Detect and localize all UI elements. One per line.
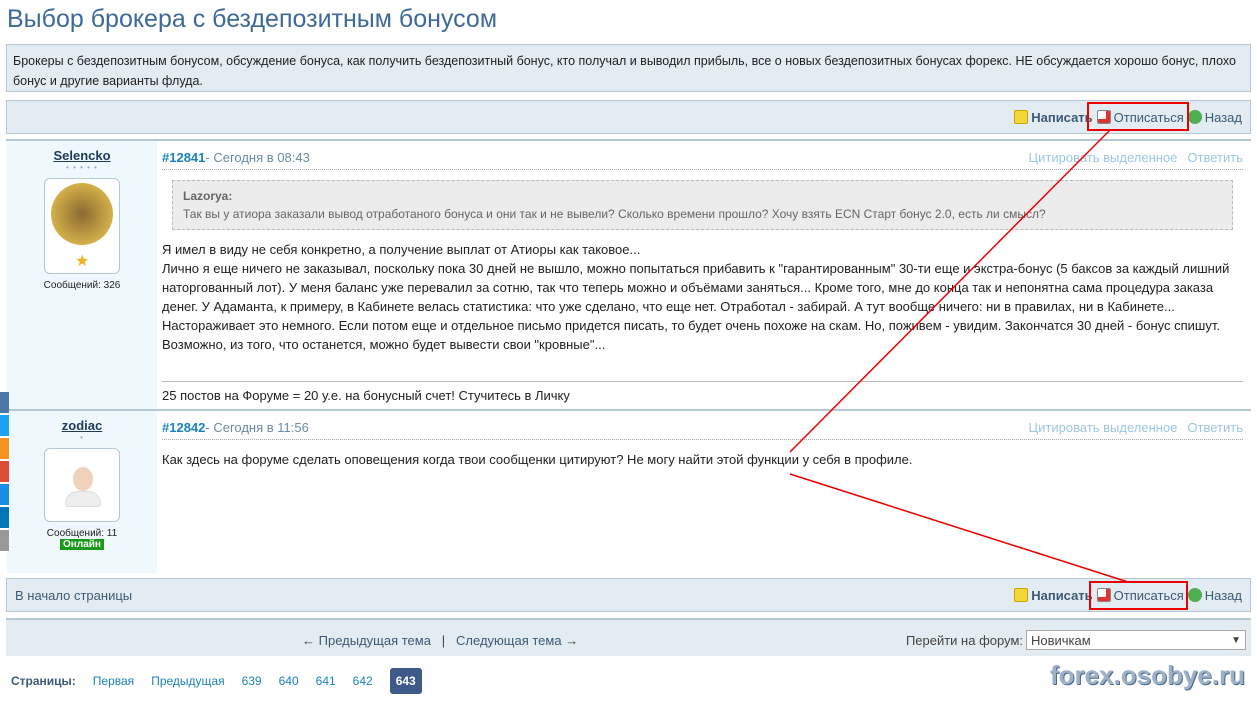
page-current: 643: [389, 668, 422, 694]
reply-link[interactable]: Ответить: [1187, 420, 1243, 435]
unsubscribe-icon: [1096, 110, 1111, 124]
back-arrow-icon: [1187, 110, 1202, 124]
topic-nav: ← Предыдущая тема | Следующая тема → Пер…: [6, 620, 1251, 656]
prev-topic-link[interactable]: Предыдущая тема: [319, 633, 431, 648]
next-topic-link[interactable]: Следующая тема: [456, 633, 562, 648]
jump-label: Перейти на форум:: [905, 632, 1023, 648]
social-share-bar: [0, 392, 9, 553]
fox-coin-avatar: [51, 183, 113, 245]
linkedin-icon[interactable]: [0, 507, 9, 528]
page-prev[interactable]: Предыдущая: [151, 674, 224, 688]
forum-select[interactable]: Новичкам ▼: [1026, 630, 1246, 650]
page-title: Выбор брокера с бездепозитным бонусом: [7, 5, 498, 33]
pagination: Страницы: Первая Предыдущая 639 640 641 …: [11, 668, 422, 694]
signature: 25 постов на Форуме = 20 у.е. на бонусны…: [162, 381, 1243, 403]
post-12842: zodiac • Сообщений: 11 Онлайн #12842 - С…: [6, 411, 1251, 573]
post-number-link[interactable]: #12841: [162, 150, 205, 165]
post-number-link[interactable]: #12842: [162, 420, 205, 435]
page-first[interactable]: Первая: [93, 674, 134, 688]
bottom-toolbar: В начало страницы Написать Отписаться На…: [6, 578, 1251, 612]
post-date: - Сегодня в 11:56: [205, 420, 309, 435]
author-name[interactable]: Selencko: [7, 148, 157, 163]
post-date: - Сегодня в 08:43: [205, 150, 310, 165]
post-text: Как здесь на форуме сделать оповещения к…: [162, 452, 913, 467]
quote-block: Lazorya: Так вы у атиора заказали вывод о…: [172, 180, 1233, 230]
page-640[interactable]: 640: [279, 674, 299, 688]
to-top-link[interactable]: В начало страницы: [15, 588, 132, 603]
rank-stars: • • • • •: [66, 163, 98, 172]
watermark: forex.osobye.ru: [1049, 660, 1245, 690]
message-count: Сообщений: 11: [46, 528, 118, 539]
unsubscribe-button[interactable]: Отписаться: [1096, 588, 1184, 603]
post-12841: Selencko • • • • • ★ Сообщений: 326 #128…: [6, 141, 1251, 409]
note-icon: [1014, 110, 1029, 124]
forum-description: Брокеры с бездепозитным бонусом, обсужде…: [6, 44, 1251, 92]
page-639[interactable]: 639: [242, 674, 262, 688]
quote-selected-link[interactable]: Цитировать выделенное: [1029, 420, 1178, 435]
default-user-icon: [73, 467, 93, 491]
rank-stars: •: [80, 433, 84, 442]
reply-link[interactable]: Ответить: [1187, 150, 1243, 165]
more-icon[interactable]: [0, 530, 9, 551]
author-panel: Selencko • • • • • ★ Сообщений: 326: [7, 141, 157, 409]
page-641[interactable]: 641: [316, 674, 336, 688]
odnoklassniki-icon[interactable]: [0, 438, 9, 459]
avatar: [44, 448, 120, 522]
back-arrow-icon: [1187, 588, 1202, 602]
vk-icon[interactable]: [0, 392, 9, 413]
avatar: ★: [44, 178, 120, 274]
unsubscribe-button[interactable]: Отписаться: [1096, 110, 1184, 125]
nav-separator: |: [441, 633, 446, 648]
write-button[interactable]: Написать: [1014, 110, 1093, 125]
google-plus-icon[interactable]: [0, 461, 9, 482]
back-button[interactable]: Назад: [1187, 110, 1242, 125]
page-642[interactable]: 642: [353, 674, 373, 688]
quote-selected-link[interactable]: Цитировать выделенное: [1029, 150, 1178, 165]
write-button[interactable]: Написать: [1014, 588, 1093, 603]
dropdown-arrow-icon: ▼: [1231, 634, 1241, 646]
top-toolbar: Написать Отписаться Назад: [6, 100, 1251, 134]
mail-ru-icon[interactable]: [0, 484, 9, 505]
unsubscribe-icon: [1096, 588, 1111, 602]
author-panel: zodiac • Сообщений: 11 Онлайн: [7, 411, 157, 573]
post-text: Я имел в виду не себя конкретно, а получ…: [162, 242, 1230, 352]
note-icon: [1014, 588, 1029, 602]
message-count: Сообщений: 326: [43, 280, 121, 291]
back-button[interactable]: Назад: [1187, 588, 1242, 603]
online-badge: Онлайн: [60, 539, 104, 550]
twitter-icon[interactable]: [0, 415, 9, 436]
medal-icon: ★: [75, 253, 90, 270]
author-name[interactable]: zodiac: [7, 418, 157, 433]
user-body-icon: [65, 491, 101, 507]
